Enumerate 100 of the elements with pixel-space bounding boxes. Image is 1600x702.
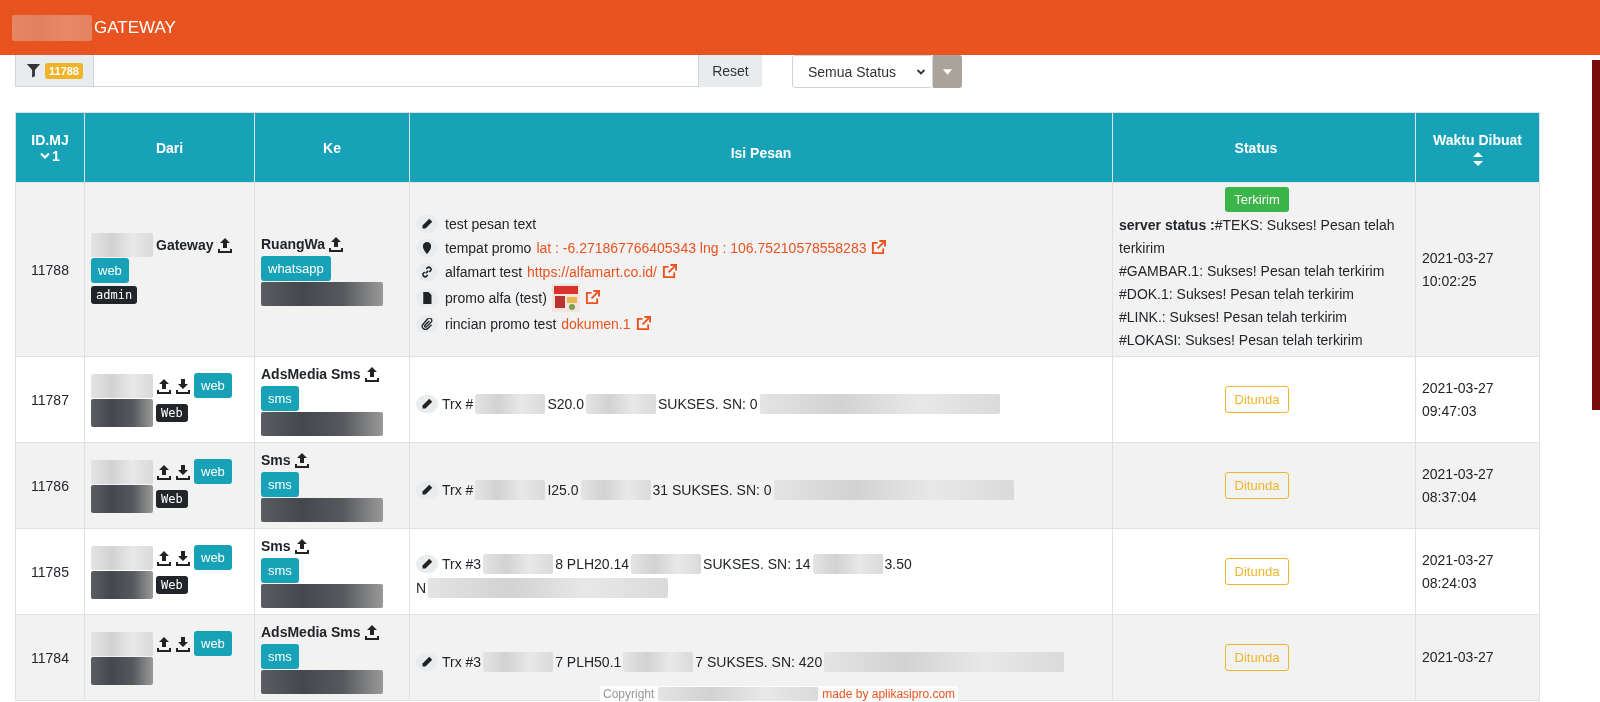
sender-name: Gateway — [156, 237, 214, 253]
upload-icon[interactable] — [328, 236, 345, 252]
id-text: 11787 — [31, 391, 69, 408]
id-text: 11786 — [31, 477, 69, 494]
pencil-icon — [416, 214, 438, 233]
download-icon[interactable] — [175, 549, 191, 566]
blurred-block — [91, 631, 153, 656]
message-text: alfamart test — [445, 263, 523, 280]
status-select[interactable]: Semua Status — [792, 55, 933, 88]
channel-badge: sms — [261, 558, 299, 583]
blurred-block — [483, 553, 554, 574]
message-text: N — [416, 579, 427, 596]
column-header[interactable]: Dari — [84, 112, 255, 183]
channel-badge: web — [194, 459, 232, 484]
message-text: I25.0 — [547, 481, 579, 498]
pencil-icon — [416, 480, 438, 499]
blurred-block — [475, 393, 546, 414]
blurred-block — [91, 233, 153, 257]
blurred-block — [580, 479, 651, 500]
message-text: rincian promo test — [445, 315, 557, 332]
id-text: 11784 — [31, 649, 69, 666]
server-status-text: #DOK.1: Sukses! Pesan telah terkirim — [1119, 285, 1355, 304]
blurred-block — [812, 553, 883, 574]
status-badge: Ditunda — [1224, 472, 1290, 499]
blurred-block — [631, 553, 702, 574]
upload-icon[interactable] — [293, 538, 310, 554]
message-text: SUKSES. SN: 14 — [703, 555, 811, 572]
external-link-icon[interactable] — [662, 264, 677, 279]
server-status-text: #LINK.: Sukses! Pesan telah terkirim — [1119, 308, 1348, 327]
message-text: 7 SUKSES. SN: 420 — [695, 653, 823, 670]
id-text: 11788 — [31, 261, 69, 278]
server-status-text: #GAMBAR.1: Sukses! Pesan telah terkirim — [1119, 262, 1386, 281]
credit-link[interactable]: made by aplikasipro.com — [822, 687, 956, 701]
status-badge: Ditunda — [1224, 644, 1290, 671]
timestamp-text: 10:02:25 — [1422, 271, 1478, 291]
caret-icon — [943, 68, 952, 75]
upload-icon[interactable] — [156, 463, 172, 480]
upload-icon[interactable] — [216, 237, 233, 253]
external-link-icon[interactable] — [584, 290, 600, 305]
user-badge: Web — [156, 490, 188, 508]
channel-badge: web — [194, 631, 232, 656]
timestamp-text: 08:24:03 — [1422, 573, 1478, 593]
column-header[interactable]: Isi Pesan — [409, 112, 1113, 183]
channel-badge: web — [194, 373, 232, 398]
user-badge: Web — [156, 576, 188, 594]
column-header[interactable]: Waktu Dibuat — [1415, 112, 1540, 183]
recipient-name: RuangWa — [261, 236, 326, 252]
message-text: 7 PLH50.1 — [555, 653, 622, 670]
external-link-icon[interactable] — [871, 240, 887, 255]
pencil-icon — [416, 652, 438, 671]
blurred-block — [91, 545, 153, 570]
upload-icon[interactable] — [156, 377, 172, 394]
column-header[interactable]: ID.MJ 1 — [15, 112, 85, 183]
upload-icon[interactable] — [293, 452, 310, 468]
message-text: 31 SUKSES. SN: 0 — [652, 481, 772, 498]
status-badge: Ditunda — [1224, 558, 1290, 585]
blurred-block — [91, 485, 153, 513]
link-icon — [416, 262, 438, 281]
app-title[interactable]: GATEWAY — [94, 17, 176, 38]
message-link[interactable]: https://alfamart.co.id/ — [527, 263, 657, 280]
upload-icon[interactable] — [363, 366, 380, 382]
server-status-text: server status :#TEKS: Sukses! Pesan telah terkirim — [1119, 216, 1395, 258]
download-icon[interactable] — [175, 635, 191, 652]
message-text: Trx #3 — [442, 653, 482, 670]
message-link[interactable]: dokumen.1 — [561, 315, 631, 332]
blurred-block — [91, 571, 153, 599]
message-text: SUKSES. SN: 0 — [657, 395, 758, 412]
channel-badge: web — [91, 258, 129, 283]
search-field[interactable] — [94, 55, 699, 87]
timestamp-text: 2021-03-27 — [1422, 550, 1495, 570]
column-header[interactable]: Status — [1112, 112, 1416, 183]
timestamp-text: 2021-03-27 — [1422, 464, 1495, 484]
channel-badge: web — [194, 545, 232, 570]
column-header[interactable]: Ke — [254, 112, 410, 183]
scrollbar-thumb[interactable] — [1592, 60, 1600, 410]
reset-button[interactable]: Reset — [699, 55, 762, 87]
download-icon[interactable] — [175, 463, 191, 480]
filter-icon — [26, 63, 41, 78]
message-text: 3.50 — [884, 555, 912, 572]
message-text: test pesan text — [445, 215, 537, 232]
file-image-icon — [416, 288, 438, 307]
id-text: 11785 — [31, 563, 69, 580]
upload-icon[interactable] — [363, 624, 380, 640]
message-text: Trx #3 — [442, 555, 482, 572]
message-text: tempat promo — [445, 239, 532, 256]
message-text: Trx # — [442, 481, 474, 498]
download-icon[interactable] — [175, 377, 191, 394]
pencil-icon — [416, 394, 438, 413]
status-badge: Ditunda — [1224, 386, 1290, 413]
blurred-block — [91, 459, 153, 484]
message-text: Trx # — [442, 395, 474, 412]
external-link-icon[interactable] — [635, 316, 651, 331]
message-link[interactable]: lat : -6.271867766405343 lng : 106.75210578558283 — [536, 239, 867, 256]
message-text: promo alfa (test) — [445, 289, 547, 306]
timestamp-text: 08:37:04 — [1422, 487, 1478, 507]
pencil-icon — [416, 554, 438, 573]
upload-icon[interactable] — [156, 635, 172, 652]
blurred-block — [475, 479, 546, 500]
upload-icon[interactable] — [156, 549, 172, 566]
timestamp-text: 2021-03-27 — [1422, 248, 1495, 268]
